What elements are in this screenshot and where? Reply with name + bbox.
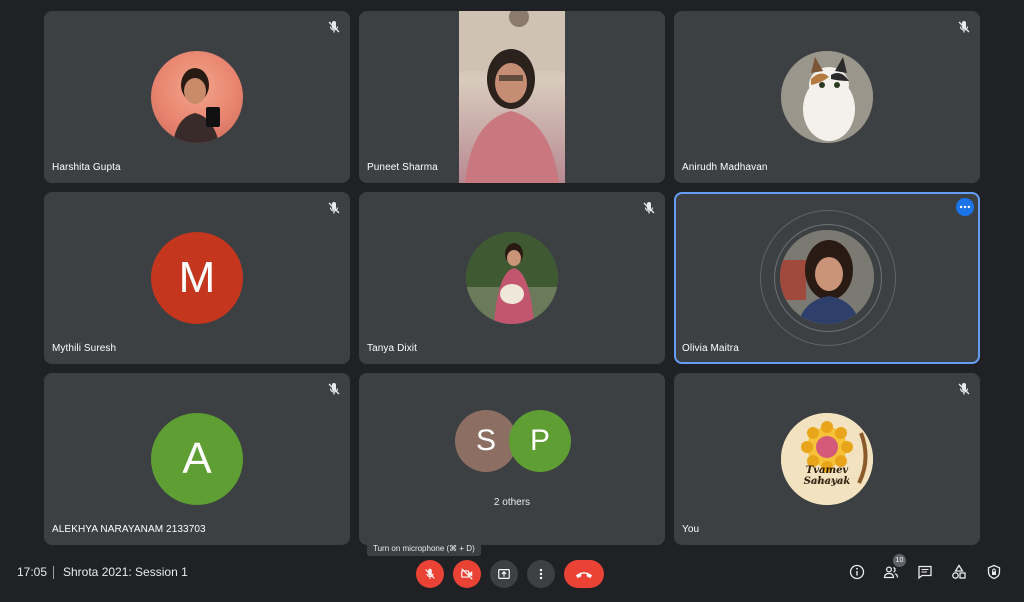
mic-off-icon	[425, 568, 435, 579]
mic-off-icon	[643, 202, 655, 214]
participant-tile-harshita[interactable]: Harshita Gupta	[44, 11, 350, 183]
mic-off-icon	[328, 202, 340, 214]
chat-button[interactable]	[915, 562, 935, 582]
meeting-title: Shrota 2021: Session 1	[63, 565, 188, 579]
meeting-details-button[interactable]	[847, 562, 867, 582]
avatar-initial: S	[455, 410, 517, 472]
participant-name: Tanya Dixit	[367, 343, 418, 354]
info-icon	[849, 564, 865, 580]
hang-up-icon	[575, 571, 593, 578]
host-controls-button[interactable]	[984, 562, 1004, 582]
participant-tile-you[interactable]: Tvamev Sahayak YOUR OWN HELPER You	[674, 373, 980, 545]
present-screen-button[interactable]	[490, 560, 518, 588]
more-vertical-icon	[539, 568, 543, 580]
people-count-badge: 10	[893, 554, 906, 567]
leave-call-button[interactable]	[564, 560, 604, 588]
shield-lock-icon	[987, 564, 1001, 580]
mic-off-icon	[328, 21, 340, 33]
present-icon	[498, 569, 510, 579]
more-horizontal-icon	[959, 205, 971, 209]
chat-icon	[918, 565, 932, 580]
participant-tile-alekhya[interactable]: A ALEKHYA NARAYANAM 2133703	[44, 373, 350, 545]
participant-name: Harshita Gupta	[52, 162, 121, 173]
shapes-icon	[952, 564, 966, 579]
mic-off-icon	[328, 383, 340, 395]
divider	[53, 566, 54, 579]
avatar-initial: A	[151, 413, 243, 505]
participant-name: Anirudh Madhavan	[682, 162, 768, 173]
participant-tile-anirudh[interactable]: Anirudh Madhavan	[674, 11, 980, 183]
participant-name: You	[682, 524, 700, 535]
more-options-button[interactable]	[527, 560, 555, 588]
participant-name: Puneet Sharma	[367, 162, 438, 173]
meeting-time: 17:05	[17, 565, 48, 579]
participant-tile-mythili[interactable]: M Mythili Suresh	[44, 192, 350, 364]
participant-name: ALEKHYA NARAYANAM 2133703	[52, 524, 206, 535]
participant-tile-tanya[interactable]: Tanya Dixit	[359, 192, 665, 364]
participant-tile-olivia[interactable]: Olivia Maitra	[674, 192, 980, 364]
microphone-toggle-button[interactable]	[416, 560, 444, 588]
participant-name: Mythili Suresh	[52, 343, 117, 354]
more-options-button[interactable]	[956, 198, 974, 216]
others-tile[interactable]: S P 2 others	[359, 373, 665, 545]
avatar-photo	[151, 51, 243, 143]
activities-button[interactable]	[949, 562, 969, 582]
camera-off-icon	[461, 568, 473, 580]
logo-subtext: YOUR OWN HELPER	[807, 479, 847, 484]
participant-tile-puneet[interactable]: Puneet Sharma	[359, 11, 665, 183]
mic-off-icon	[958, 21, 970, 33]
participant-name: Olivia Maitra	[682, 343, 739, 354]
camera-toggle-button[interactable]	[453, 560, 481, 588]
mic-off-icon	[958, 383, 970, 395]
avatar-logo: Tvamev Sahayak YOUR OWN HELPER	[781, 413, 873, 505]
others-count-label: 2 others	[493, 497, 531, 508]
avatar-initial: M	[151, 232, 243, 324]
participant-video	[459, 11, 565, 183]
avatar-initial: P	[509, 410, 571, 472]
avatar-photo	[466, 232, 558, 324]
mic-tooltip: Turn on microphone (⌘ + D)	[367, 541, 481, 556]
avatar-photo	[781, 51, 873, 143]
avatar-photo	[780, 230, 874, 324]
